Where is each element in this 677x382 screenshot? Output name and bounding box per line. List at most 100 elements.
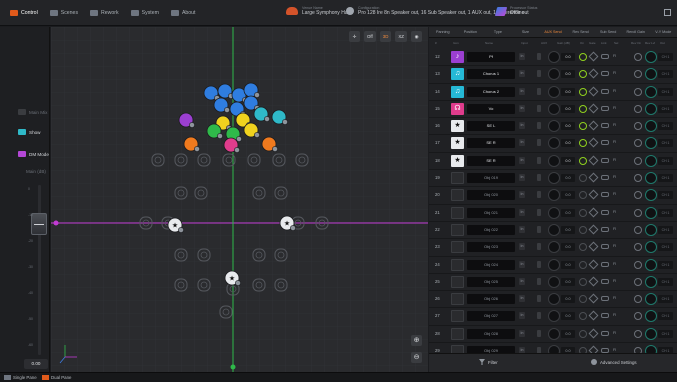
view-button[interactable]: XZ xyxy=(395,31,407,42)
gate-icon[interactable] xyxy=(588,155,599,166)
power-icon[interactable] xyxy=(579,277,587,286)
input-button[interactable]: In xyxy=(519,312,525,320)
dual-pane-button[interactable]: Dual Pane xyxy=(42,375,72,380)
tab-size[interactable]: Size xyxy=(512,27,540,37)
select-dropdown[interactable]: Fl xyxy=(613,106,616,110)
object-stage[interactable]: ★ ★ ★ ✛ Off 3D XZ ◉ ⊕ ⊖ xyxy=(51,27,428,372)
output-field[interactable]: CH 1 xyxy=(658,87,673,96)
select-dropdown[interactable]: Fl xyxy=(613,89,616,93)
zoom-in-icon[interactable]: ⊕ xyxy=(411,335,422,346)
reverb-level-knob[interactable] xyxy=(645,327,657,340)
output-field[interactable]: CH 1 xyxy=(658,295,673,304)
select-dropdown[interactable]: Fl xyxy=(613,71,616,75)
gate-icon[interactable] xyxy=(588,311,599,321)
aux-send-value[interactable]: 0.0 xyxy=(561,277,575,286)
reverb-level-knob[interactable] xyxy=(645,189,657,202)
move-tool-button[interactable]: ✛ xyxy=(348,31,360,42)
table-row[interactable]: 25 Obj 025 In 0.0 Fl CH 1 xyxy=(429,274,677,292)
reverb-level-knob[interactable] xyxy=(645,293,657,306)
reverb-power-icon[interactable] xyxy=(634,174,642,183)
orbit-button[interactable]: 3D xyxy=(379,31,392,42)
object-type-icon[interactable]: ♫ xyxy=(451,68,464,81)
output-field[interactable]: CH 1 xyxy=(658,139,673,148)
aux-send-knob[interactable] xyxy=(548,120,560,133)
gate-icon[interactable] xyxy=(588,189,599,200)
table-row[interactable]: 26 Obj 026 In 0.0 Fl CH 1 xyxy=(429,291,677,309)
object-name-field[interactable]: Obj 021 xyxy=(467,207,515,218)
reverb-level-knob[interactable] xyxy=(645,223,657,236)
reverb-power-icon[interactable] xyxy=(634,208,642,217)
output-field[interactable]: CH 1 xyxy=(658,243,673,252)
object-type-icon[interactable] xyxy=(451,223,464,236)
advanced-settings-button[interactable]: Advanced Settings xyxy=(591,359,637,365)
object-type-icon[interactable]: ★ xyxy=(451,120,464,133)
venue-selector[interactable]: Venue Name Large Symphony Hall xyxy=(286,6,350,16)
power-icon[interactable] xyxy=(579,260,587,269)
object-name-field[interactable]: Vo xyxy=(467,103,515,114)
object-name-field[interactable]: Obj 020 xyxy=(467,190,515,201)
select-dropdown[interactable]: Fl xyxy=(613,192,616,196)
object-type-icon[interactable] xyxy=(451,172,464,185)
link-icon[interactable] xyxy=(601,278,609,284)
tab-type[interactable]: Type xyxy=(484,27,512,37)
link-icon[interactable] xyxy=(601,313,609,319)
show-button[interactable]: Show xyxy=(18,129,41,135)
select-dropdown[interactable]: Fl xyxy=(613,262,616,266)
reverb-power-icon[interactable] xyxy=(634,156,642,165)
gate-icon[interactable] xyxy=(588,293,599,304)
link-icon[interactable] xyxy=(601,192,609,198)
reverb-power-icon[interactable] xyxy=(634,329,642,338)
output-field[interactable]: CH 1 xyxy=(658,174,673,183)
aux-send-knob[interactable] xyxy=(548,51,560,63)
object-name-field[interactable]: Obj 028 xyxy=(467,328,515,339)
tab-rev-send[interactable]: Rev Send xyxy=(567,27,595,37)
link-icon[interactable] xyxy=(601,261,609,267)
aux-send-knob[interactable] xyxy=(548,172,560,185)
power-icon[interactable] xyxy=(579,312,587,321)
link-icon[interactable] xyxy=(601,71,609,77)
aux-send-knob[interactable] xyxy=(548,137,560,150)
reverb-level-knob[interactable] xyxy=(645,172,657,185)
table-row[interactable]: 18 ★ SE R In 0.0 Fl CH 1 xyxy=(429,153,677,171)
select-dropdown[interactable]: Fl xyxy=(613,227,616,231)
reverb-power-icon[interactable] xyxy=(634,295,642,304)
nav-scenes[interactable]: Scenes xyxy=(46,8,82,18)
nav-about[interactable]: About xyxy=(167,8,200,18)
power-icon[interactable] xyxy=(579,156,587,165)
aux-send-knob[interactable] xyxy=(548,258,560,271)
output-field[interactable]: CH 1 xyxy=(658,70,673,79)
aux-send-knob[interactable] xyxy=(548,85,560,98)
power-icon[interactable] xyxy=(579,70,587,79)
reverb-power-icon[interactable] xyxy=(634,243,642,252)
reverb-power-icon[interactable] xyxy=(634,191,642,200)
object-type-icon[interactable] xyxy=(451,189,464,202)
table-row[interactable]: 15 ☊ Vo In 0.0 Fl CH 1 xyxy=(429,101,677,119)
object-name-field[interactable]: SE R xyxy=(467,155,515,166)
link-icon[interactable] xyxy=(601,226,609,232)
aux-send-value[interactable]: 0.0 xyxy=(561,139,575,148)
table-row[interactable]: 20 Obj 020 In 0.0 Fl CH 1 xyxy=(429,187,677,205)
aux-send-value[interactable]: 0.0 xyxy=(561,312,575,321)
aux-send-knob[interactable] xyxy=(548,293,560,306)
reverb-power-icon[interactable] xyxy=(634,104,642,113)
tab-sub-send[interactable]: Sub Send xyxy=(594,27,622,37)
table-row[interactable]: 14 ♫ Chorus 2 In 0.0 Fl CH 1 xyxy=(429,84,677,101)
gate-icon[interactable] xyxy=(588,103,599,114)
object-name-field[interactable]: Obj 019 xyxy=(467,173,515,184)
table-row[interactable]: 12 ♪ Pf In 0.0 Fl CH 1 xyxy=(429,49,677,67)
table-row[interactable]: 27 Obj 027 In 0.0 Fl CH 1 xyxy=(429,308,677,326)
input-button[interactable]: In xyxy=(519,104,525,112)
object-name-field[interactable]: Obj 025 xyxy=(467,276,515,287)
power-icon[interactable] xyxy=(579,87,587,96)
object-name-field[interactable]: Obj 023 xyxy=(467,242,515,253)
input-button[interactable]: In xyxy=(519,225,525,233)
power-icon[interactable] xyxy=(579,243,587,252)
tab-reroll-gain[interactable]: Reroll Gain xyxy=(622,27,650,37)
input-button[interactable]: In xyxy=(519,87,525,95)
aux-send-value[interactable]: 0.0 xyxy=(561,122,575,131)
output-field[interactable]: CH 1 xyxy=(658,104,673,113)
zoom-out-icon[interactable]: ⊖ xyxy=(411,352,422,363)
reverb-level-knob[interactable] xyxy=(645,310,657,323)
link-icon[interactable] xyxy=(601,209,609,215)
select-dropdown[interactable]: Fl xyxy=(613,140,616,144)
